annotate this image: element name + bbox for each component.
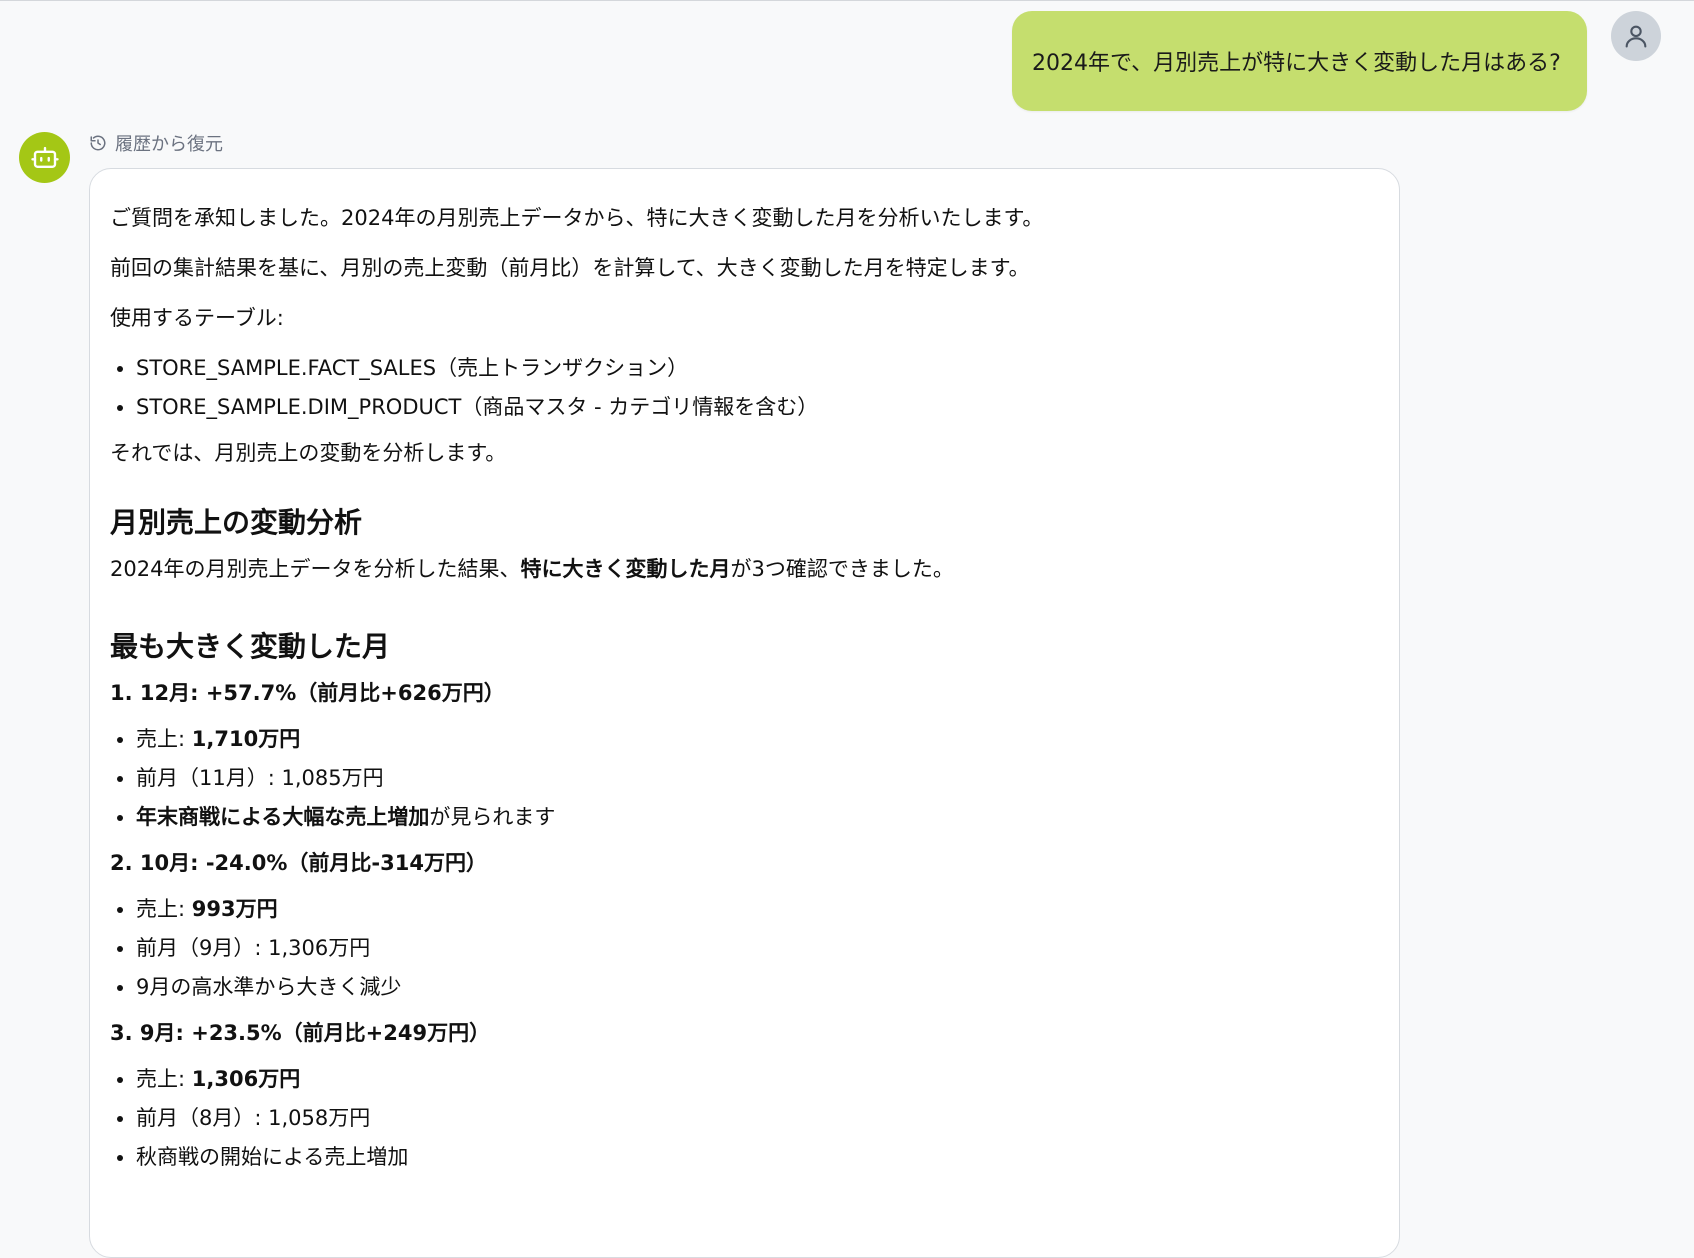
user-avatar[interactable]: [1611, 11, 1661, 61]
restore-from-history: 履歴から復元: [89, 130, 223, 156]
user-icon: [1625, 25, 1647, 48]
month-heading: 3. 9月: +23.5%（前月比+249万円）: [110, 1021, 491, 1045]
list-item: 売上: 1,710万円: [136, 726, 1379, 752]
list-item: 売上: 1,306万円: [136, 1066, 1379, 1092]
list-item: 秋商戦の開始による売上増加: [136, 1144, 1379, 1170]
list-item: 年末商戦による大幅な売上増加が見られます: [136, 804, 1379, 830]
note-text: が見られます: [429, 805, 556, 829]
month-details: 売上: 1,306万円 前月（8月）: 1,058万円 秋商戦の開始による売上増…: [110, 1066, 1379, 1170]
sales-value: 1,710万円: [191, 727, 301, 751]
history-icon: [90, 135, 106, 151]
sales-label: 売上:: [136, 1067, 192, 1091]
summary-prefix: 2024年の月別売上データを分析した結果、: [110, 557, 521, 581]
sales-value: 1,306万円: [191, 1067, 301, 1091]
list-item: 前月（11月）: 1,085万円: [136, 765, 1379, 791]
list-item: STORE_SAMPLE.FACT_SALES（売上トランザクション）: [136, 355, 1379, 381]
intro-paragraph-2: 前回の集計結果を基に、月別の売上変動（前月比）を計算して、大きく変動した月を特定…: [110, 256, 1030, 280]
top-divider: [0, 0, 1694, 1]
tables-heading: 使用するテーブル:: [110, 306, 284, 330]
list-item: 前月（9月）: 1,306万円: [136, 935, 1379, 961]
intro-paragraph-1: ご質問を承知しました。2024年の月別売上データから、特に大きく変動した月を分析…: [110, 206, 1044, 230]
sales-value: 993万円: [191, 897, 278, 921]
user-message-bubble: 2024年で、月別売上が特に大きく変動した月はある?: [1012, 11, 1587, 111]
lead-out-paragraph: それでは、月別売上の変動を分析します。: [110, 441, 507, 465]
user-message-row: 2024年で、月別売上が特に大きく変動した月はある?: [0, 11, 1694, 111]
list-item: 前月（8月）: 1,058万円: [136, 1105, 1379, 1131]
month-details: 売上: 993万円 前月（9月）: 1,306万円 9月の高水準から大きく減少: [110, 896, 1379, 1000]
assistant-avatar: [19, 132, 70, 183]
month-heading: 1. 12月: +57.7%（前月比+626万円）: [110, 681, 505, 705]
user-message-text: 2024年で、月別売上が特に大きく変動した月はある?: [1032, 51, 1561, 76]
top-months-title: 最も大きく変動した月: [110, 630, 391, 663]
restore-label-text: 履歴から復元: [115, 134, 223, 155]
sales-label: 売上:: [136, 727, 192, 751]
section-title: 月別売上の変動分析: [110, 506, 363, 539]
summary-suffix: が3つ確認できました。: [730, 557, 954, 581]
sales-label: 売上:: [136, 897, 192, 921]
tables-list: STORE_SAMPLE.FACT_SALES（売上トランザクション） STOR…: [110, 355, 1379, 420]
summary-paragraph: 2024年の月別売上データを分析した結果、特に大きく変動した月が3つ確認できまし…: [110, 556, 1379, 582]
month-heading: 2. 10月: -24.0%（前月比-314万円）: [110, 851, 487, 875]
list-item: STORE_SAMPLE.DIM_PRODUCT（商品マスタ - カテゴリ情報を…: [136, 394, 1379, 420]
assistant-message-card: ご質問を承知しました。2024年の月別売上データから、特に大きく変動した月を分析…: [89, 168, 1400, 1258]
summary-bold: 特に大きく変動した月: [520, 557, 731, 581]
list-item: 9月の高水準から大きく減少: [136, 974, 1379, 1000]
robot-icon: [30, 146, 59, 168]
note-bold: 年末商戦による大幅な売上増加: [136, 805, 430, 829]
month-details: 売上: 1,710万円 前月（11月）: 1,085万円 年末商戦による大幅な売…: [110, 726, 1379, 830]
list-item: 売上: 993万円: [136, 896, 1379, 922]
